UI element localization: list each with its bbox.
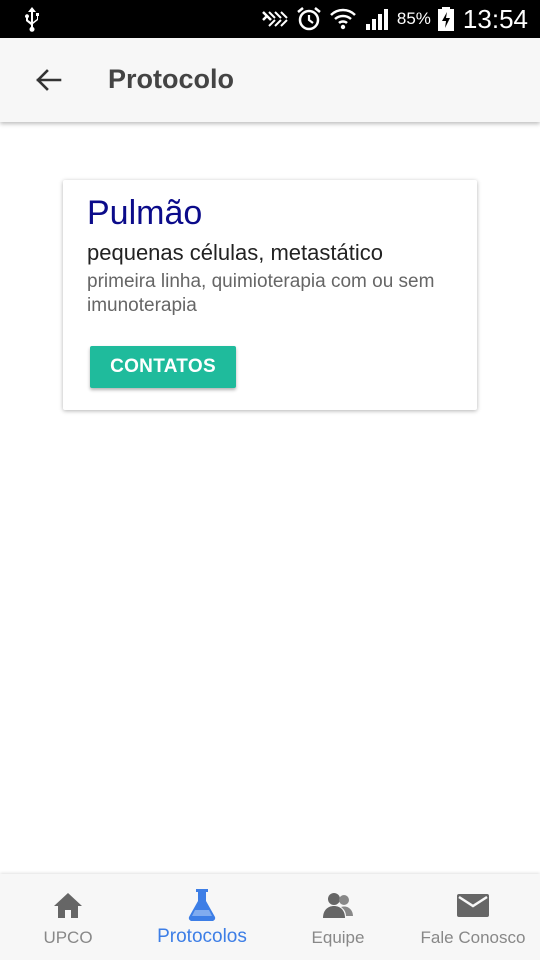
alarm-icon	[297, 7, 321, 31]
nav-item-equipe[interactable]: Equipe	[288, 874, 388, 960]
nav-label-upco: UPCO	[43, 928, 93, 947]
protocol-subtitle: pequenas células, metastático	[87, 240, 383, 265]
protocol-card: Pulmão pequenas células, metastático pri…	[63, 180, 477, 410]
nav-label-equipe: Equipe	[311, 928, 365, 947]
flask-icon	[185, 888, 219, 922]
wifi-icon	[330, 8, 356, 30]
home-icon	[51, 888, 85, 922]
nav-label-fale-conosco: Fale Conosco	[420, 928, 526, 947]
page-title: Protocolo	[108, 64, 234, 94]
screen: 85% 13:54 Protocolo Pulmão pequenas célu…	[0, 0, 540, 960]
people-icon	[321, 888, 355, 922]
app-bar: Protocolo	[0, 38, 540, 122]
nfc-icon	[262, 11, 288, 27]
battery-percentage: 85%	[396, 9, 431, 28]
battery-charging-icon	[437, 7, 454, 31]
bottom-navigation: UPCO Protocolos Equipe Fale Conosco	[0, 874, 540, 960]
status-icons: 85% 13:54	[261, 0, 528, 38]
nav-label-protocolos: Protocolos	[157, 926, 247, 947]
status-bar: 85% 13:54	[0, 0, 540, 38]
mail-icon	[456, 888, 490, 922]
protocol-title: Pulmão	[87, 194, 203, 232]
nav-item-protocolos[interactable]: Protocolos	[142, 874, 262, 960]
usb-icon	[25, 7, 39, 32]
nav-item-upco[interactable]: UPCO	[18, 874, 118, 960]
contacts-button[interactable]: CONTATOS	[90, 346, 236, 388]
back-button[interactable]	[24, 58, 72, 102]
clock: 13:54	[462, 3, 528, 34]
protocol-description: primeira linha, quimioterapia com ou sem…	[87, 271, 435, 316]
arrow-back-icon	[36, 69, 62, 91]
signal-icon	[365, 9, 388, 30]
nav-item-fale-conosco[interactable]: Fale Conosco	[412, 874, 534, 960]
